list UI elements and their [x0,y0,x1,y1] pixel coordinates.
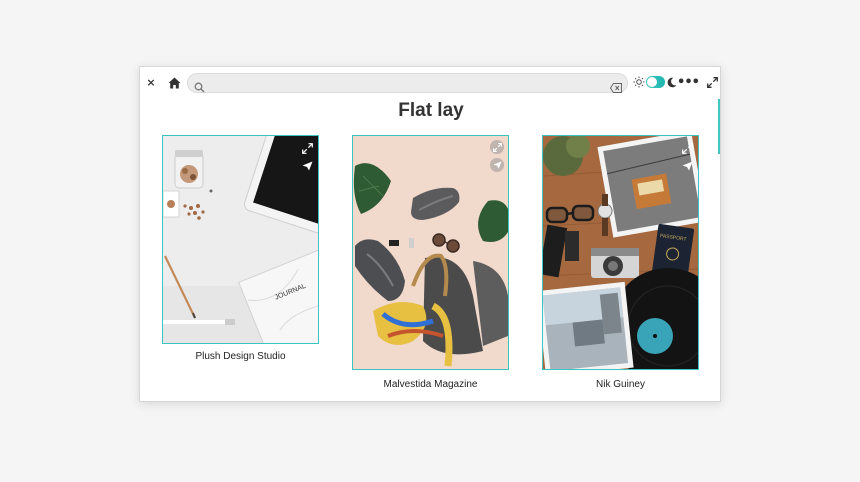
expand-icon[interactable] [300,141,314,155]
gallery-card[interactable]: Malvestida Magazine [352,135,509,397]
photographer-name[interactable]: Plush Design Studio [162,351,319,362]
moon-icon [667,76,677,88]
photo-thumbnail[interactable]: PASSPORT [542,135,699,370]
theme-toggle[interactable] [646,76,665,88]
photo-thumbnail[interactable] [352,135,509,370]
page-title: Flat lay [398,100,464,121]
photographer-name[interactable]: Malvestida Magazine [352,379,509,390]
address-bar[interactable] [187,73,628,93]
send-icon[interactable] [680,159,694,173]
toggle-knob [647,77,657,87]
expand-icon[interactable] [490,140,504,154]
toolbar: × ••• [140,67,720,99]
more-icon[interactable]: ••• [677,75,700,90]
photo-thumbnail[interactable]: JOURNAL [162,135,319,344]
browser-window: × ••• Flat lay JOURNAL Plush Design Stud… [139,66,721,402]
search-icon [194,78,205,93]
send-icon[interactable] [300,159,314,173]
url-input[interactable] [208,76,608,90]
gallery-card[interactable]: PASSPORT Nik Guiney [542,135,699,397]
send-icon[interactable] [490,158,504,172]
expand-icon[interactable] [706,76,718,88]
scrollbar[interactable] [718,99,720,154]
clear-icon[interactable] [609,78,622,93]
close-icon[interactable]: × [144,75,158,89]
sun-icon [633,76,645,88]
expand-icon[interactable] [680,141,694,155]
photographer-name[interactable]: Nik Guiney [542,379,699,390]
gallery-card[interactable]: JOURNAL Plush Design Studio [162,135,319,370]
home-icon[interactable] [166,75,182,91]
